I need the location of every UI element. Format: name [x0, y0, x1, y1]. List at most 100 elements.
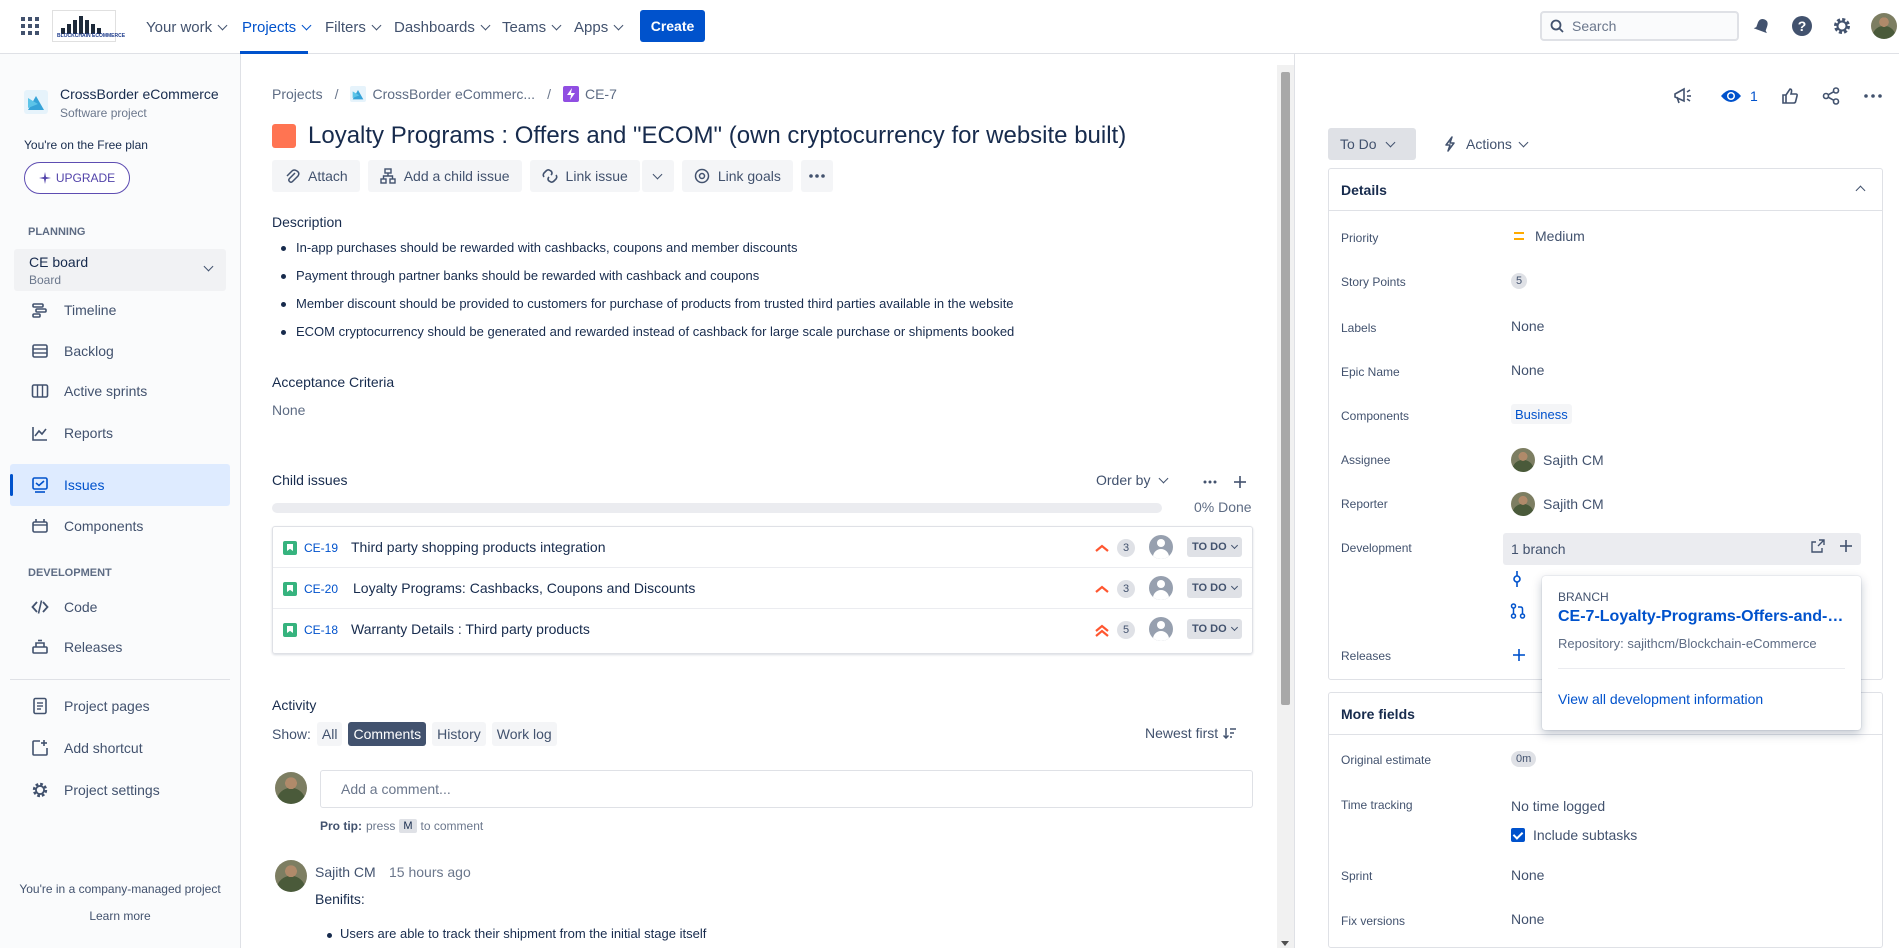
link-issue-button[interactable]: Link issue	[529, 160, 640, 192]
search-box[interactable]	[1540, 11, 1739, 41]
components-value[interactable]: Business	[1511, 404, 1572, 424]
nav-your-work[interactable]: Your work	[146, 15, 228, 39]
watch-button[interactable]: 1	[1720, 86, 1758, 106]
learn-more-link[interactable]: Learn more	[0, 909, 240, 923]
table-row[interactable]: CE-18 Warranty Details : Third party pro…	[273, 609, 1252, 650]
sidebar-item-components[interactable]: Components	[10, 505, 230, 547]
pull-request-icon[interactable]	[1510, 603, 1526, 619]
reporter-value[interactable]: Sajith CM	[1511, 492, 1604, 516]
breadcrumb-projects[interactable]: Projects	[272, 86, 323, 102]
checkbox-checked-icon[interactable]	[1511, 828, 1525, 842]
avatar[interactable]	[275, 860, 307, 892]
status-transition-button[interactable]: To Do	[1328, 128, 1416, 160]
create-button[interactable]: Create	[640, 10, 705, 42]
more-actions-button[interactable]	[800, 160, 833, 192]
assignee-value[interactable]: Sajith CM	[1511, 448, 1604, 472]
sidebar-item-project-settings[interactable]: Project settings	[10, 769, 230, 811]
open-external-icon[interactable]	[1811, 539, 1825, 553]
child-issue-key[interactable]: CE-19	[304, 541, 338, 555]
share-icon[interactable]	[1822, 86, 1840, 106]
sidebar-item-project-pages[interactable]: Project pages	[10, 685, 230, 727]
issue-color-swatch[interactable]	[272, 124, 296, 148]
description-list[interactable]: In-app purchases should be rewarded with…	[280, 238, 1014, 350]
nav-projects[interactable]: Projects	[242, 15, 312, 39]
child-issue-summary[interactable]: Loyalty Programs: Cashbacks, Coupons and…	[353, 580, 695, 596]
sidebar-item-active-sprints[interactable]: Active sprints	[10, 370, 230, 412]
main-scrollbar[interactable]	[1277, 65, 1294, 948]
unassigned-avatar[interactable]	[1149, 617, 1173, 641]
profile-avatar[interactable]	[1871, 13, 1897, 39]
upgrade-button[interactable]: UPGRADE	[24, 162, 130, 194]
fix-versions-value[interactable]: None	[1511, 911, 1544, 927]
story-points-value[interactable]: 5	[1511, 273, 1528, 289]
nav-apps[interactable]: Apps	[574, 15, 624, 39]
branch-name-link[interactable]: CE-7-Loyalty-Programs-Offers-and-E...	[1558, 608, 1848, 626]
epic-name-value[interactable]: None	[1511, 362, 1544, 378]
search-input[interactable]	[1572, 18, 1722, 34]
help-icon[interactable]: ?	[1791, 15, 1813, 37]
scrollbar-thumb[interactable]	[1281, 72, 1290, 705]
like-icon[interactable]	[1781, 86, 1799, 106]
settings-icon[interactable]	[1831, 15, 1853, 37]
status-dropdown[interactable]: TO DO	[1187, 578, 1242, 598]
scroll-down-arrow[interactable]	[1281, 941, 1289, 946]
more-icon[interactable]	[1200, 472, 1220, 492]
acceptance-criteria-value[interactable]: None	[272, 402, 305, 418]
breadcrumb-project[interactable]: CrossBorder eCommerc...	[350, 86, 535, 102]
child-issue-key[interactable]: CE-20	[304, 582, 338, 596]
add-icon[interactable]	[1839, 539, 1853, 553]
sidebar-item-timeline[interactable]: Timeline	[10, 289, 230, 331]
table-row[interactable]: CE-20 Loyalty Programs: Cashbacks, Coupo…	[273, 568, 1252, 609]
unassigned-avatar[interactable]	[1149, 576, 1173, 600]
board-selector[interactable]: CE board Board	[14, 249, 226, 291]
tab-all[interactable]: All	[316, 722, 343, 746]
notifications-icon[interactable]	[1751, 15, 1773, 37]
breadcrumb-issue[interactable]: CE-7	[562, 86, 617, 102]
panel-divider[interactable]	[1294, 54, 1295, 948]
comment-input[interactable]	[320, 770, 1253, 808]
child-issue-summary[interactable]: Warranty Details : Third party products	[351, 621, 590, 637]
tab-history[interactable]: History	[432, 722, 486, 746]
sidebar-item-releases[interactable]: Releases	[10, 626, 230, 668]
issue-title[interactable]: Loyalty Programs : Offers and "ECOM" (ow…	[308, 122, 1126, 150]
sidebar-item-backlog[interactable]: Backlog	[10, 330, 230, 372]
child-issue-summary[interactable]: Third party shopping products integratio…	[351, 539, 605, 555]
component-tag[interactable]: Business	[1511, 404, 1572, 424]
time-tracking-value[interactable]: No time logged	[1511, 798, 1605, 814]
development-summary[interactable]: 1 branch	[1503, 533, 1861, 565]
sidebar-item-add-shortcut[interactable]: Add shortcut	[10, 727, 230, 769]
include-subtasks-checkbox[interactable]: Include subtasks	[1511, 827, 1637, 843]
original-estimate-value[interactable]: 0m	[1511, 751, 1537, 767]
sidebar-item-issues[interactable]: Issues	[10, 464, 230, 506]
sidebar-item-code[interactable]: Code	[10, 586, 230, 628]
view-all-development-link[interactable]: View all development information	[1558, 691, 1763, 707]
add-icon[interactable]	[1230, 472, 1250, 492]
sprint-value[interactable]: None	[1511, 867, 1544, 883]
link-goals-button[interactable]: Link goals	[681, 160, 793, 192]
nav-filters[interactable]: Filters	[325, 15, 382, 39]
priority-value[interactable]: Medium	[1511, 228, 1585, 244]
unassigned-avatar[interactable]	[1149, 535, 1173, 559]
app-switcher-icon[interactable]	[21, 17, 39, 35]
tab-work-log[interactable]: Work log	[491, 722, 557, 746]
labels-value[interactable]: None	[1511, 318, 1544, 334]
tab-comments[interactable]: Comments	[348, 722, 427, 746]
comment-time[interactable]: 15 hours ago	[389, 864, 471, 880]
status-dropdown[interactable]: TO DO	[1187, 537, 1242, 557]
more-icon[interactable]	[1864, 86, 1882, 106]
link-issue-dropdown[interactable]	[641, 160, 674, 192]
project-name[interactable]: CrossBorder eCommerce	[60, 86, 219, 102]
actions-button[interactable]: Actions	[1432, 128, 1537, 160]
commit-icon[interactable]	[1510, 571, 1524, 587]
details-header[interactable]: Details	[1329, 169, 1882, 211]
sort-order-button[interactable]: Newest first	[1145, 725, 1237, 741]
project-avatar-icon[interactable]	[24, 90, 48, 114]
attach-button[interactable]: Attach	[272, 160, 360, 192]
status-dropdown[interactable]: TO DO	[1187, 619, 1242, 639]
sidebar-item-reports[interactable]: Reports	[10, 412, 230, 454]
nav-dashboards[interactable]: Dashboards	[394, 15, 491, 39]
table-row[interactable]: CE-19 Third party shopping products inte…	[273, 527, 1252, 568]
nav-teams[interactable]: Teams	[502, 15, 562, 39]
add-child-issue-button[interactable]: Add a child issue	[367, 160, 522, 192]
comment-author[interactable]: Sajith CM	[315, 864, 376, 880]
